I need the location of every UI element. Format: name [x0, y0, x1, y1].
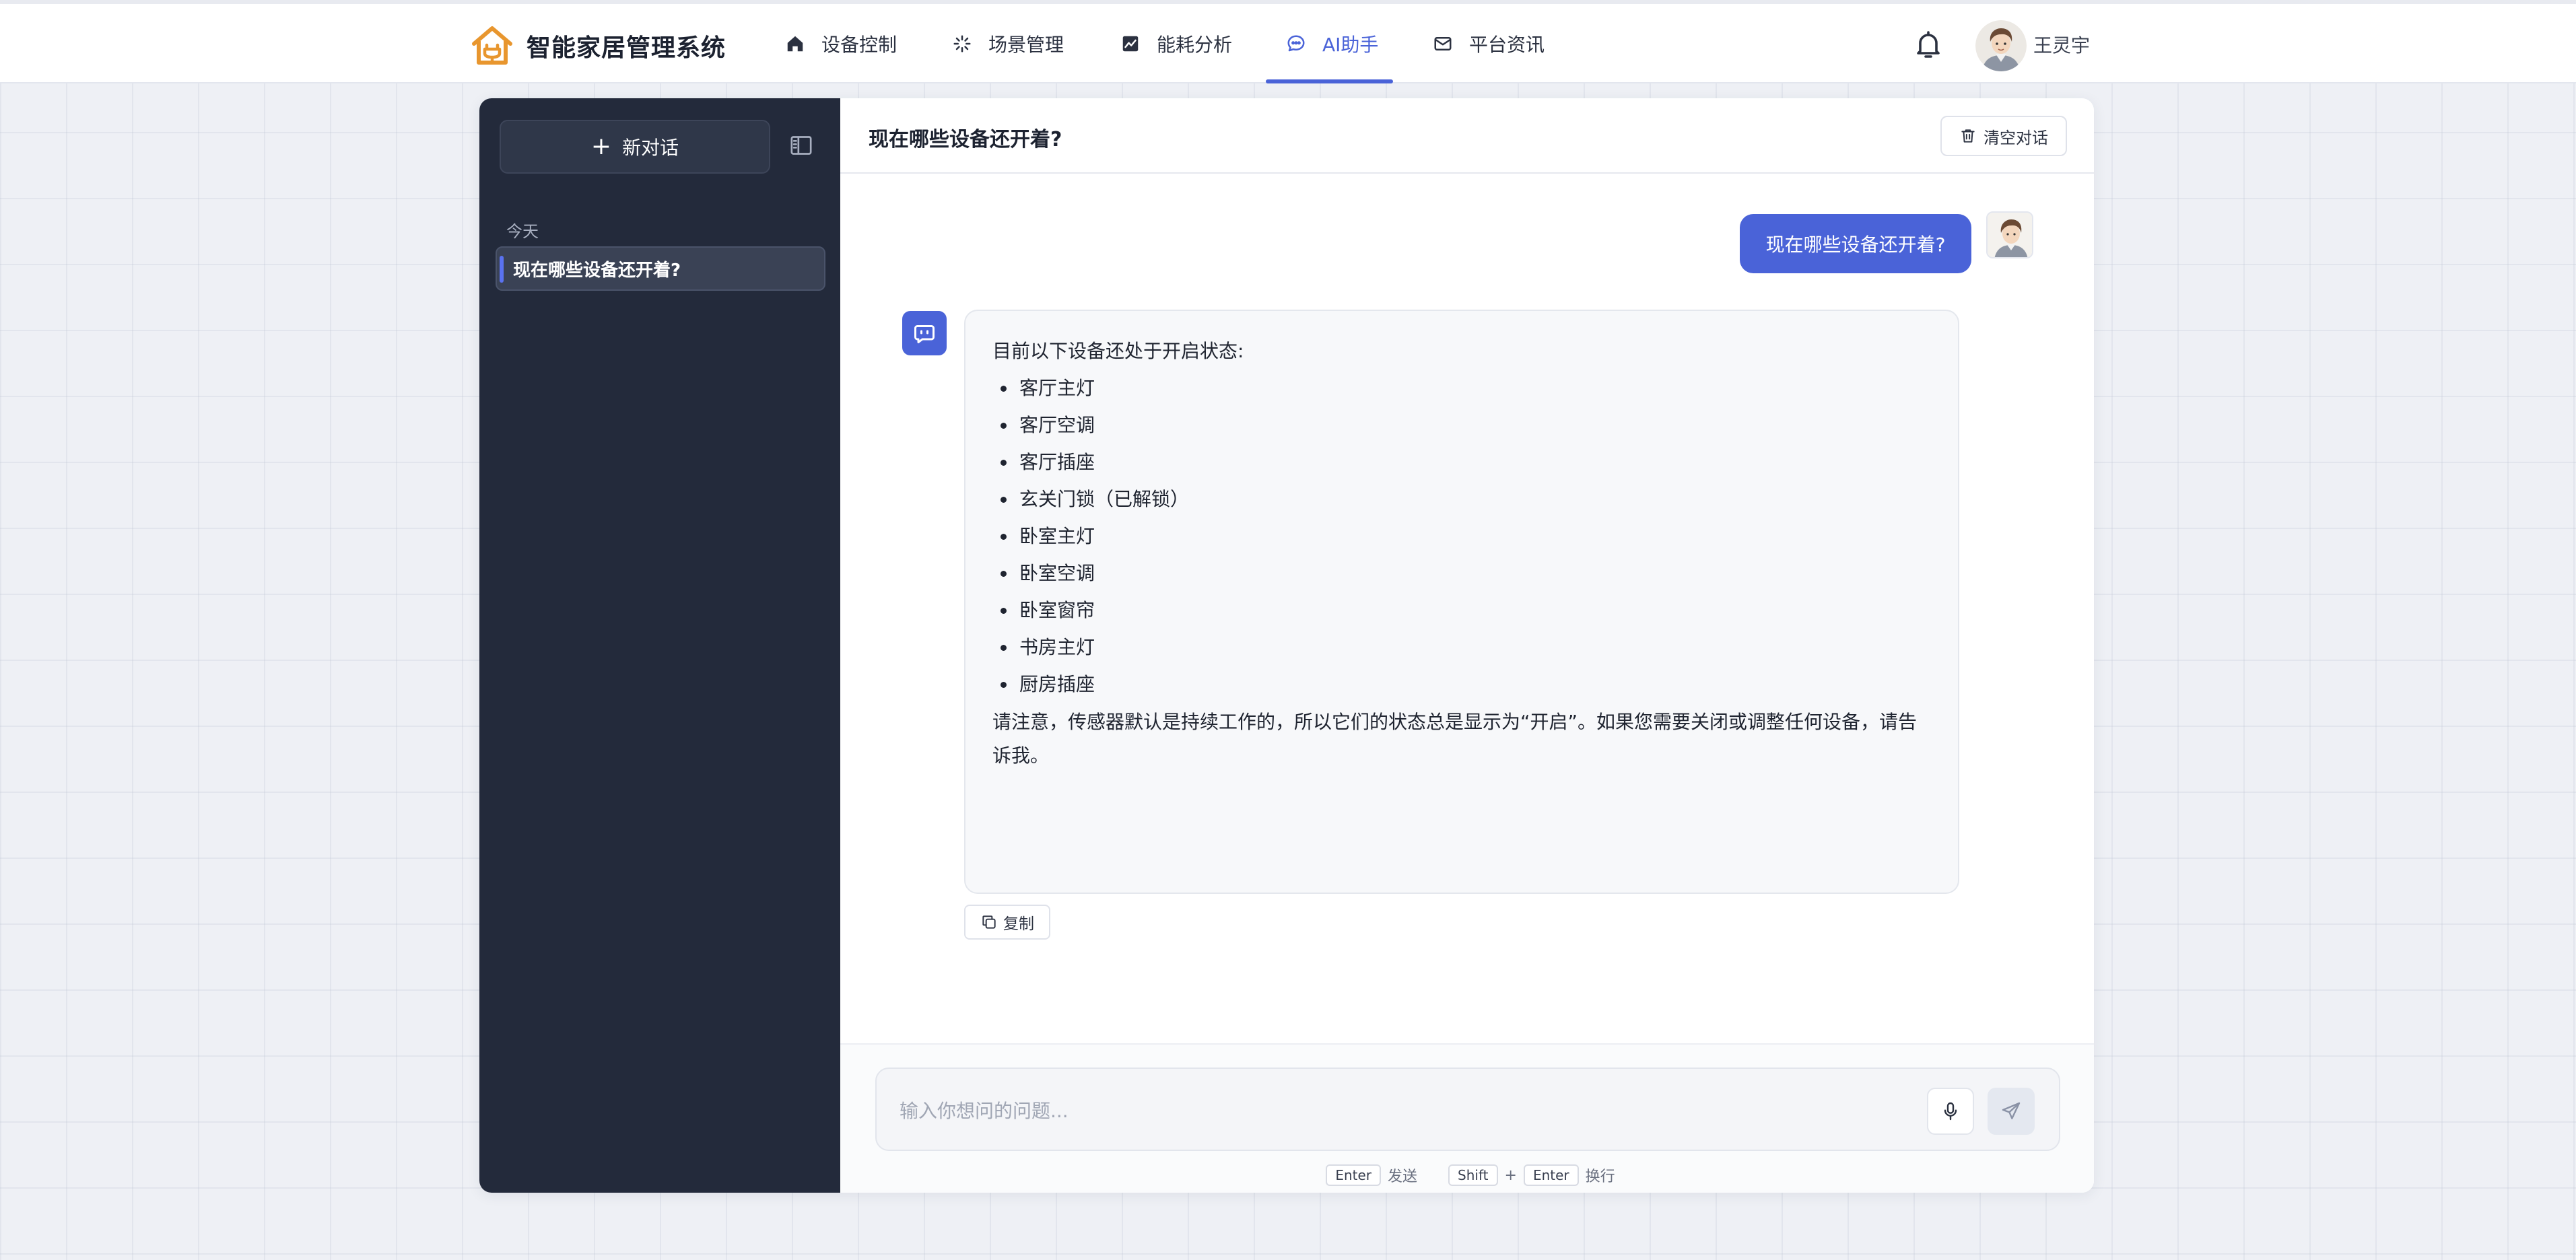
clear-conversation-label: 清空对话: [1984, 128, 2048, 147]
chart-icon: [1122, 36, 1139, 52]
nav-item-label: 设备控制: [821, 34, 897, 56]
send-hint-label: 发送: [1388, 1168, 1418, 1185]
nav-item-label: AI助手: [1322, 34, 1379, 56]
input-area: Enter 发送 Shift + Enter 换行: [840, 1043, 2094, 1193]
assistant-message-note: 请注意，传感器默认是持续工作的，所以它们的状态总是显示为“开启”。如果您需要关闭…: [992, 711, 1918, 767]
user-avatar[interactable]: [1975, 20, 2027, 71]
list-item: 书房主灯: [1001, 629, 1931, 666]
assistant-message-bubble: 目前以下设备还处于开启状态: 客厅主灯 客厅空调 客厅插座 玄关门锁（已解锁） …: [964, 310, 1959, 894]
conversation-item[interactable]: 现在哪些设备还开着?: [496, 246, 825, 291]
user-message-avatar: [1986, 211, 2033, 258]
top-navigation-bar: 智能家居管理系统 设备控制 场景管理 能耗分析 AI助手 平台资讯 王灵宇: [0, 0, 2576, 83]
bell-icon[interactable]: [1912, 28, 1944, 61]
sparkle-icon: [953, 35, 971, 53]
conversation-sidebar: + 新对话 今天 现在哪些设备还开着?: [479, 98, 840, 1193]
mail-icon: [1434, 37, 1452, 50]
microphone-icon: [1944, 1102, 1957, 1121]
new-chat-button[interactable]: + 新对话: [500, 120, 770, 174]
nav-item-energy-analysis[interactable]: 能耗分析: [1120, 4, 1232, 83]
list-item: 卧室窗帘: [1001, 592, 1931, 629]
list-item: 玄关门锁（已解锁）: [1001, 481, 1931, 518]
plus-icon: +: [590, 133, 612, 160]
assistant-message-intro: 目前以下设备还处于开启状态:: [992, 340, 1244, 362]
newline-hint-label: 换行: [1585, 1168, 1615, 1185]
device-list: 客厅主灯 客厅空调 客厅插座 玄关门锁（已解锁） 卧室主灯 卧室空调 卧室窗帘 …: [992, 370, 1931, 703]
home-icon: [787, 36, 803, 52]
sidebar-toggle-icon[interactable]: [788, 132, 815, 159]
section-label-today: 今天: [506, 222, 539, 241]
plus-separator: +: [1504, 1166, 1517, 1184]
list-item: 客厅插座: [1001, 444, 1931, 481]
voice-input-button[interactable]: [1927, 1088, 1974, 1135]
ai-assistant-panel: + 新对话 今天 现在哪些设备还开着? 现在哪些设备还开着? 清空对话 现在哪些…: [479, 98, 2094, 1193]
user-name[interactable]: 王灵宇: [2033, 31, 2090, 58]
nav-item-scene-management[interactable]: 场景管理: [952, 4, 1064, 83]
chat-bubble-icon: [1287, 35, 1305, 52]
assistant-avatar: [902, 311, 947, 355]
avatar-illustration: [1988, 213, 2032, 257]
nav-item-label: 能耗分析: [1157, 34, 1233, 56]
trash-icon: [1961, 129, 1975, 143]
nav-item-device-control[interactable]: 设备控制: [785, 4, 897, 83]
send-button[interactable]: [1988, 1088, 2035, 1135]
nav-item-ai-assistant[interactable]: AI助手: [1265, 4, 1394, 83]
house-plug-icon: [472, 26, 512, 65]
nav-item-label: 平台资讯: [1469, 34, 1545, 56]
new-chat-label: 新对话: [622, 137, 679, 159]
chat-title: 现在哪些设备还开着?: [869, 128, 1062, 151]
list-item: 客厅主灯: [1001, 370, 1931, 407]
copy-button[interactable]: 复制: [964, 905, 1050, 940]
message-input-box: [875, 1068, 2060, 1151]
enter-key-hint: Enter: [1326, 1164, 1382, 1186]
nav-item-label: 场景管理: [988, 34, 1064, 56]
enter-key-hint: Enter: [1523, 1164, 1579, 1186]
clear-conversation-button[interactable]: 清空对话: [1940, 116, 2067, 156]
app-title: 智能家居管理系统: [527, 34, 726, 62]
send-icon: [2002, 1102, 2021, 1119]
message-input[interactable]: [900, 1094, 1909, 1127]
brand[interactable]: 智能家居管理系统: [470, 23, 726, 69]
keyboard-hints: Enter 发送 Shift + Enter 换行: [840, 1162, 2094, 1189]
list-item: 客厅空调: [1001, 407, 1931, 444]
list-item: 卧室主灯: [1001, 518, 1931, 555]
chat-header: 现在哪些设备还开着? 清空对话: [840, 98, 2094, 174]
copy-icon: [982, 915, 996, 929]
shift-key-hint: Shift: [1448, 1164, 1498, 1186]
list-item: 卧室空调: [1001, 555, 1931, 592]
nav-item-platform-news[interactable]: 平台资讯: [1433, 4, 1545, 83]
robot-icon: [914, 325, 935, 343]
chat-main: 现在哪些设备还开着? 清空对话 现在哪些设备还开着? 目前以下设备还处于开启状态…: [840, 98, 2094, 1193]
avatar-illustration: [1975, 20, 2027, 71]
list-item: 厨房插座: [1001, 666, 1931, 703]
user-message-bubble: 现在哪些设备还开着?: [1740, 214, 1971, 273]
copy-label: 复制: [1003, 915, 1034, 933]
